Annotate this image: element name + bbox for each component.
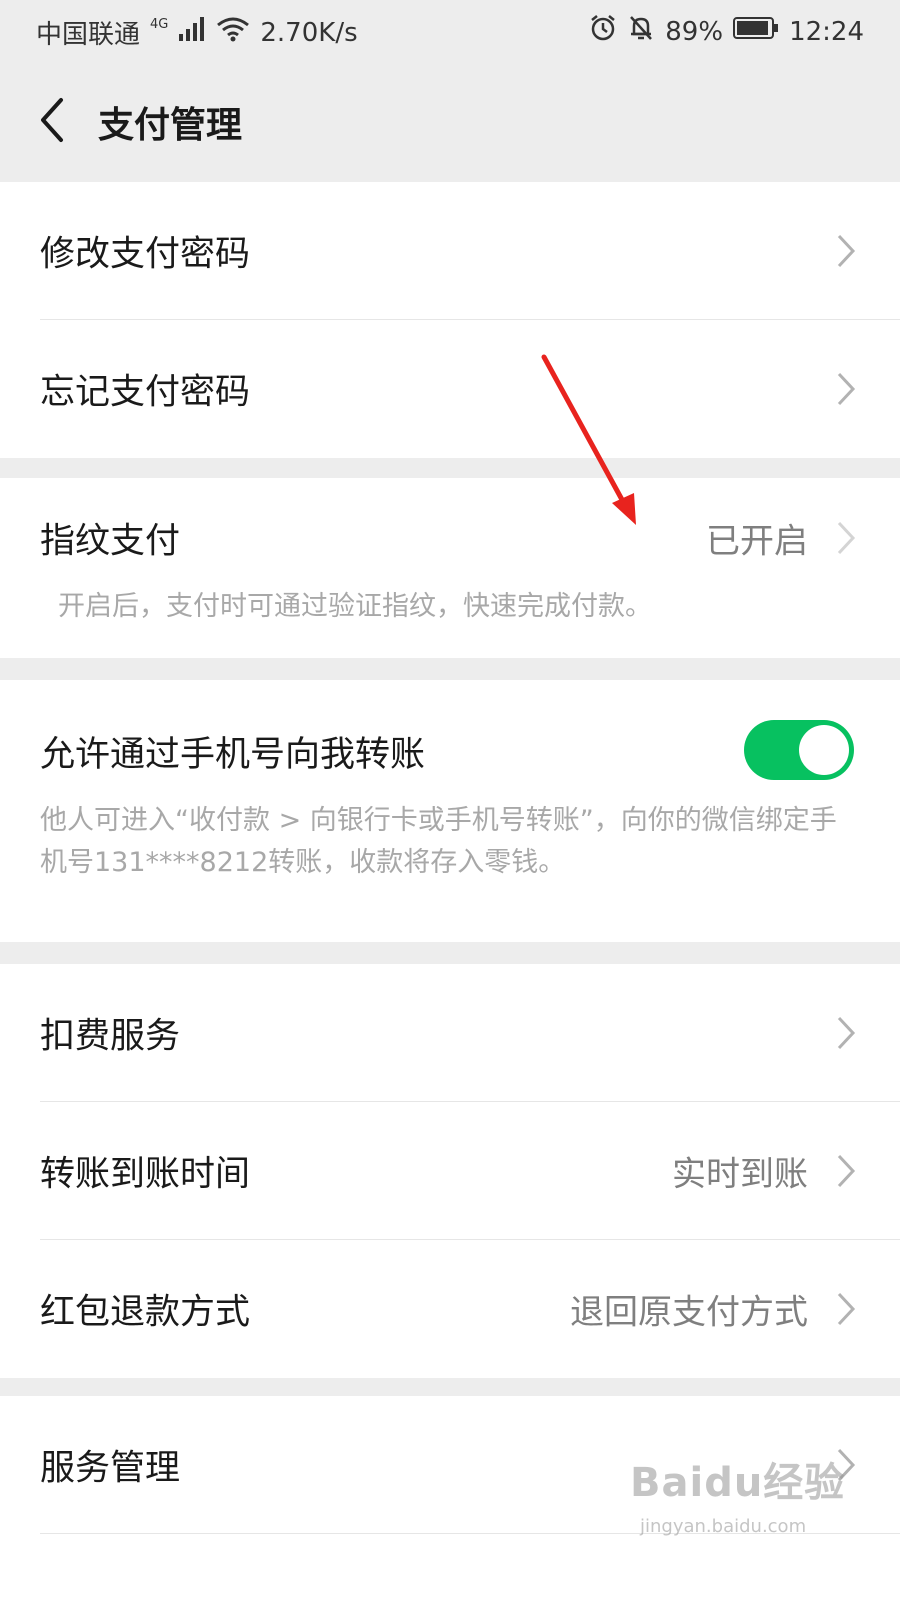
deduction-service-row[interactable]: 扣费服务 xyxy=(0,964,900,1102)
annotation-arrow-icon xyxy=(541,354,636,525)
chevron-right-icon xyxy=(837,521,856,555)
row-value: 退回原支付方式 xyxy=(570,1292,808,1333)
alarm-icon xyxy=(589,14,617,49)
status-right: 89% 12:24 xyxy=(589,14,864,49)
row-label: 忘记支付密码 xyxy=(40,372,251,413)
wifi-icon xyxy=(216,16,250,49)
row-label: 修改支付密码 xyxy=(40,234,251,275)
network-speed: 2.70K/s xyxy=(260,17,358,48)
row-label: 服务管理 xyxy=(40,1448,181,1489)
chevron-right-icon xyxy=(837,1292,856,1326)
row-label: 红包退款方式 xyxy=(40,1292,251,1333)
battery-icon xyxy=(733,16,779,47)
fingerprint-status: 已开启 xyxy=(706,521,808,562)
phone-transfer-toggle[interactable] xyxy=(744,720,854,780)
watermark-main: Baidu经验 xyxy=(630,1460,846,1506)
row-label: 指纹支付 xyxy=(40,521,181,562)
chevron-left-icon xyxy=(41,98,63,142)
chevron-right-icon xyxy=(837,1016,856,1050)
row-label: 扣费服务 xyxy=(40,1016,181,1057)
row-label: 转账到账时间 xyxy=(40,1154,251,1195)
baidu-watermark: Baidu经验 jingyan.baidu.com xyxy=(630,1450,850,1560)
chevron-right-icon xyxy=(837,234,856,268)
fingerprint-section: 指纹支付 已开启 开启后，支付时可通过验证指纹，快速完成付款。 xyxy=(0,478,900,658)
phone-transfer-label: 允许通过手机号向我转账 xyxy=(40,735,426,775)
change-pay-password-row[interactable]: 修改支付密码 xyxy=(0,182,900,320)
transfer-arrival-time-row[interactable]: 转账到账时间 实时到账 xyxy=(0,1102,900,1240)
fingerprint-pay-row[interactable]: 指纹支付 已开启 xyxy=(0,478,900,598)
back-button[interactable] xyxy=(24,92,80,148)
mute-bell-icon xyxy=(627,14,655,49)
page-title: 支付管理 xyxy=(98,105,243,146)
phone-transfer-description: 他人可进入“收付款 > 向银行卡或手机号转账”，向你的微信绑定手机号131***… xyxy=(40,805,837,878)
status-bar: 中国联通 4G 2.70K/s 89% 12:24 xyxy=(0,0,900,64)
status-left: 中国联通 4G 2.70K/s xyxy=(36,14,368,51)
carrier-name: 中国联通 xyxy=(36,20,141,50)
red-packet-refund-row[interactable]: 红包退款方式 退回原支付方式 xyxy=(0,1240,900,1378)
signal-icon xyxy=(178,16,206,49)
password-section: 修改支付密码 忘记支付密码 xyxy=(0,182,900,458)
watermark-sub: jingyan.baidu.com xyxy=(640,1516,807,1537)
clock: 12:24 xyxy=(789,16,864,47)
battery-percent: 89% xyxy=(665,16,724,47)
toggle-knob xyxy=(799,725,849,775)
chevron-right-icon xyxy=(837,1154,856,1188)
nav-header: 支付管理 xyxy=(0,64,900,180)
row-value: 实时到账 xyxy=(672,1154,808,1195)
transfer-settings-section: 扣费服务 转账到账时间 实时到账 红包退款方式 退回原支付方式 xyxy=(0,964,900,1378)
chevron-right-icon xyxy=(837,372,856,406)
phone-transfer-section: 允许通过手机号向我转账 他人可进入“收付款 > 向银行卡或手机号转账”，向你的微… xyxy=(0,680,900,942)
forgot-pay-password-row[interactable]: 忘记支付密码 xyxy=(0,320,900,458)
network-type: 4G xyxy=(150,17,169,32)
fingerprint-description: 开启后，支付时可通过验证指纹，快速完成付款。 xyxy=(58,591,652,622)
